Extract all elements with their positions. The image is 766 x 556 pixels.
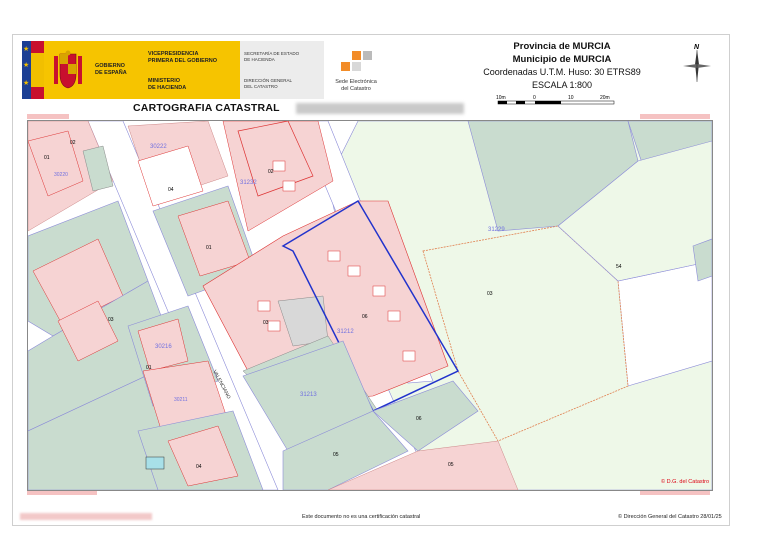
gobierno-label: GOBIERNO DE ESPAÑA bbox=[95, 63, 127, 76]
north-arrow-icon: N bbox=[683, 44, 711, 82]
block-label: 30222 bbox=[150, 144, 167, 150]
eu-flag-icon: ★ ★ ★ bbox=[22, 41, 44, 99]
map-info: Provincia de MURCIA Municipio de MURCIA … bbox=[464, 40, 660, 91]
scale-tick-label: 20m bbox=[600, 95, 610, 101]
scale-bar: 10m 0 10 20m bbox=[496, 95, 615, 105]
direccion-label: DIRECCIÓN GENERAL DEL CATASTRO bbox=[244, 78, 293, 89]
block-label: 31212 bbox=[337, 329, 354, 335]
grey-panel bbox=[240, 41, 324, 99]
parcel-number: 03 bbox=[263, 320, 269, 326]
building-cell bbox=[372, 285, 386, 297]
building-cell bbox=[327, 250, 341, 262]
parcel-number: 54 bbox=[616, 264, 622, 270]
provincia-label: Provincia de MURCIA bbox=[513, 41, 611, 52]
block-label: 30216 bbox=[155, 344, 172, 350]
sede-label: Sede Electrónica del Catastro bbox=[335, 79, 377, 92]
building-cell bbox=[402, 350, 416, 362]
footer-copyright: © Dirección General del Catastro 28/01/2… bbox=[618, 514, 722, 520]
sede-logo: Sede Electrónica del Catastro bbox=[330, 49, 382, 99]
government-logo-block: ★ ★ ★ GOBIERNO DE ESPAÑA VICEPRESIDENCIA… bbox=[22, 41, 377, 99]
parcel-number: 02 bbox=[268, 169, 274, 175]
sede-electronica-icon bbox=[341, 51, 372, 71]
parcel-number: 06 bbox=[416, 416, 422, 422]
block-label: 30220 bbox=[54, 172, 68, 178]
secretaria-label: SECRETARÍA DE ESTADO DE HACIENDA bbox=[244, 51, 300, 62]
map-canvas[interactable]: 31229 31232 30222 30220 31212 31213 3021… bbox=[28, 121, 712, 490]
coat-of-arms-icon bbox=[54, 50, 82, 89]
scale-tick-label: 10 bbox=[568, 95, 574, 101]
building-cell bbox=[267, 320, 281, 332]
block-label: 31213 bbox=[300, 392, 317, 398]
building-cell bbox=[387, 310, 401, 322]
parcel-number: 04 bbox=[168, 187, 174, 193]
parcel-number: 01 bbox=[44, 155, 50, 161]
north-label: N bbox=[694, 44, 700, 51]
parcel-number: 05 bbox=[333, 452, 339, 458]
parcel-number: 03 bbox=[487, 291, 493, 297]
pool bbox=[145, 456, 165, 470]
parcel-number: 01 bbox=[206, 245, 212, 251]
parcel-number: 05 bbox=[448, 462, 454, 468]
building-cell bbox=[282, 180, 296, 192]
scale-tick-label: 0 bbox=[533, 95, 536, 101]
map-copyright: © D.G. del Catastro bbox=[661, 479, 710, 485]
ministerio-label: MINISTERIO DE HACIENDA bbox=[148, 78, 187, 91]
parcel-number: 04 bbox=[196, 464, 202, 470]
parcel-number: 02 bbox=[70, 140, 76, 146]
building-cell bbox=[272, 160, 286, 172]
scale-tick-label: 10m bbox=[496, 95, 506, 101]
cadastral-map[interactable]: 31229 31232 30222 30220 31212 31213 3021… bbox=[27, 120, 713, 491]
redacted-reference bbox=[296, 103, 464, 114]
coordinates-label: Coordenadas U.T.M. Huso: 30 ETRS89 bbox=[483, 67, 641, 77]
redacted-tab bbox=[27, 114, 69, 119]
header: ★ ★ ★ GOBIERNO DE ESPAÑA VICEPRESIDENCIA… bbox=[12, 36, 728, 118]
parcel-number: 06 bbox=[362, 314, 368, 320]
page-title: CARTOGRAFIA CATASTRAL bbox=[133, 102, 280, 114]
parcel-number: 03 bbox=[108, 317, 114, 323]
scale-label: ESCALA 1:800 bbox=[531, 80, 593, 90]
vicepresidencia-label: VICEPRESIDENCIA PRIMERA DEL GOBIERNO bbox=[148, 51, 218, 64]
block-label: 31232 bbox=[240, 180, 257, 186]
municipio-label: Municipio de MURCIA bbox=[512, 54, 612, 65]
redacted-footer bbox=[20, 513, 152, 520]
building-cell bbox=[257, 300, 271, 312]
block-label: 30211 bbox=[174, 397, 188, 403]
redacted-tab bbox=[640, 114, 710, 119]
parcel-number: 01 bbox=[146, 365, 152, 371]
disclaimer-note: Este documento no es una certificación c… bbox=[302, 514, 421, 520]
building-cell bbox=[347, 265, 361, 277]
block-label: 31229 bbox=[488, 227, 505, 233]
